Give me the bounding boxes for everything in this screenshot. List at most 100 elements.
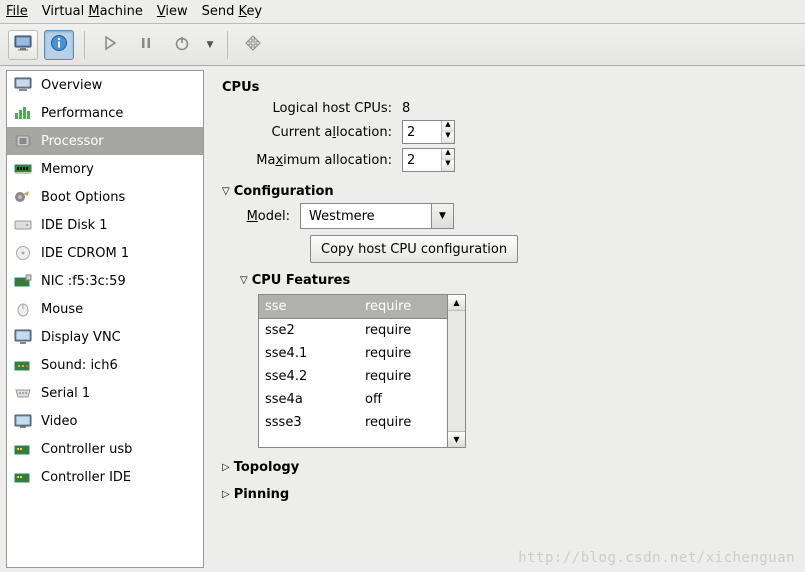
cpu-features-list: sse require sse2require sse4.1require ss… [258, 294, 448, 448]
sidebar-item-label: Video [41, 414, 77, 429]
sidebar-item-controller-usb[interactable]: Controller usb [7, 435, 203, 463]
sidebar-item-overview[interactable]: Overview [7, 71, 203, 99]
chevron-down-icon[interactable]: ▼ [431, 204, 453, 228]
sidebar-item-nic[interactable]: NIC :f5:3c:59 [7, 267, 203, 295]
shutdown-dropdown[interactable]: ▼ [203, 30, 217, 60]
sidebar: Overview Performance Processor Memory Bo… [6, 70, 204, 568]
info-icon [50, 34, 68, 56]
sidebar-item-controller-ide[interactable]: Controller IDE [7, 463, 203, 491]
topology-expander[interactable]: ▷ Topology [222, 460, 787, 475]
current-allocation-input[interactable] [403, 121, 441, 143]
menu-virtual-machine[interactable]: Virtual Machine [42, 4, 143, 19]
details-button[interactable] [44, 30, 74, 60]
nic-icon [13, 272, 33, 290]
sidebar-item-label: Boot Options [41, 190, 125, 205]
sidebar-item-label: Mouse [41, 302, 83, 317]
table-row[interactable]: sse2require [259, 319, 447, 342]
pause-icon [137, 34, 155, 56]
display-icon [13, 328, 33, 346]
table-row[interactable]: sse4.1require [259, 342, 447, 365]
model-value: Westmere [301, 209, 431, 224]
configuration-expander[interactable]: ▽ Configuration [222, 184, 787, 199]
serial-icon [13, 384, 33, 402]
chevron-right-icon: ▷ [222, 462, 230, 473]
sidebar-item-label: IDE CDROM 1 [41, 246, 129, 261]
sound-icon [13, 356, 33, 374]
fullscreen-icon [244, 34, 262, 56]
maximum-allocation-input[interactable] [403, 149, 441, 171]
cpu-icon [13, 132, 33, 150]
scroll-up-icon[interactable]: ▲ [448, 295, 465, 311]
sidebar-item-label: Processor [41, 134, 104, 149]
spin-down-icon[interactable]: ▼ [442, 132, 454, 143]
cpu-features-expander[interactable]: ▽ CPU Features [240, 273, 787, 288]
main-area: Overview Performance Processor Memory Bo… [0, 66, 805, 572]
model-label: Model: [240, 209, 300, 224]
sidebar-item-processor[interactable]: Processor [7, 127, 203, 155]
sidebar-item-label: NIC :f5:3c:59 [41, 274, 126, 289]
toolbar-separator [84, 31, 85, 59]
sidebar-item-label: Overview [41, 78, 102, 93]
sidebar-item-label: Performance [41, 106, 123, 121]
run-button[interactable] [95, 30, 125, 60]
table-row[interactable]: sse4.2require [259, 365, 447, 388]
maximum-allocation-spinbox[interactable]: ▲▼ [402, 148, 455, 172]
video-icon [13, 412, 33, 430]
boot-icon [13, 188, 33, 206]
memory-icon [13, 160, 33, 178]
chevron-down-icon: ▼ [207, 40, 214, 50]
sidebar-item-label: Sound: ich6 [41, 358, 118, 373]
chevron-down-icon: ▽ [240, 275, 248, 286]
monitor-icon [14, 34, 32, 56]
table-row[interactable]: ssse3require [259, 411, 447, 434]
sidebar-item-sound[interactable]: Sound: ich6 [7, 351, 203, 379]
controller-icon [13, 440, 33, 458]
power-icon [173, 34, 191, 56]
scrollbar[interactable]: ▲ ▼ [448, 294, 466, 448]
table-row[interactable]: sse4aoff [259, 388, 447, 411]
disk-icon [13, 216, 33, 234]
sidebar-item-label: Serial 1 [41, 386, 90, 401]
fullscreen-button[interactable] [238, 30, 268, 60]
logical-host-cpus-label: Logical host CPUs: [222, 101, 402, 116]
computer-icon [13, 76, 33, 94]
chevron-right-icon: ▷ [222, 489, 230, 500]
mouse-icon [13, 300, 33, 318]
sidebar-item-label: Memory [41, 162, 94, 177]
logical-host-cpus-value: 8 [402, 101, 410, 116]
sidebar-item-serial-1[interactable]: Serial 1 [7, 379, 203, 407]
scroll-down-icon[interactable]: ▼ [448, 431, 465, 447]
menubar: File Virtual Machine View Send Key [0, 0, 805, 24]
menu-send-key[interactable]: Send Key [202, 4, 262, 19]
current-allocation-spinbox[interactable]: ▲▼ [402, 120, 455, 144]
sidebar-item-memory[interactable]: Memory [7, 155, 203, 183]
sidebar-item-mouse[interactable]: Mouse [7, 295, 203, 323]
sidebar-item-ide-cdrom-1[interactable]: IDE CDROM 1 [7, 239, 203, 267]
pause-button[interactable] [131, 30, 161, 60]
sidebar-item-performance[interactable]: Performance [7, 99, 203, 127]
model-combobox[interactable]: Westmere ▼ [300, 203, 454, 229]
controller-icon [13, 468, 33, 486]
sidebar-item-video[interactable]: Video [7, 407, 203, 435]
toolbar: ▼ [0, 24, 805, 66]
cdrom-icon [13, 244, 33, 262]
sidebar-item-label: Controller usb [41, 442, 132, 457]
maximum-allocation-label: Maximum allocation: [222, 153, 402, 168]
play-icon [101, 34, 119, 56]
cpus-heading: CPUs [222, 80, 787, 95]
sidebar-item-ide-disk-1[interactable]: IDE Disk 1 [7, 211, 203, 239]
sidebar-item-label: Display VNC [41, 330, 121, 345]
spin-down-icon[interactable]: ▼ [442, 160, 454, 171]
performance-icon [13, 104, 33, 122]
toolbar-separator [227, 31, 228, 59]
copy-host-cpu-button[interactable]: Copy host CPU configuration [310, 235, 518, 263]
sidebar-item-boot-options[interactable]: Boot Options [7, 183, 203, 211]
current-allocation-label: Current allocation: [222, 125, 402, 140]
shutdown-button[interactable] [167, 30, 197, 60]
console-button[interactable] [8, 30, 38, 60]
menu-file[interactable]: File [6, 4, 28, 19]
chevron-down-icon: ▽ [222, 186, 230, 197]
pinning-expander[interactable]: ▷ Pinning [222, 487, 787, 502]
menu-view[interactable]: View [157, 4, 188, 19]
sidebar-item-display-vnc[interactable]: Display VNC [7, 323, 203, 351]
